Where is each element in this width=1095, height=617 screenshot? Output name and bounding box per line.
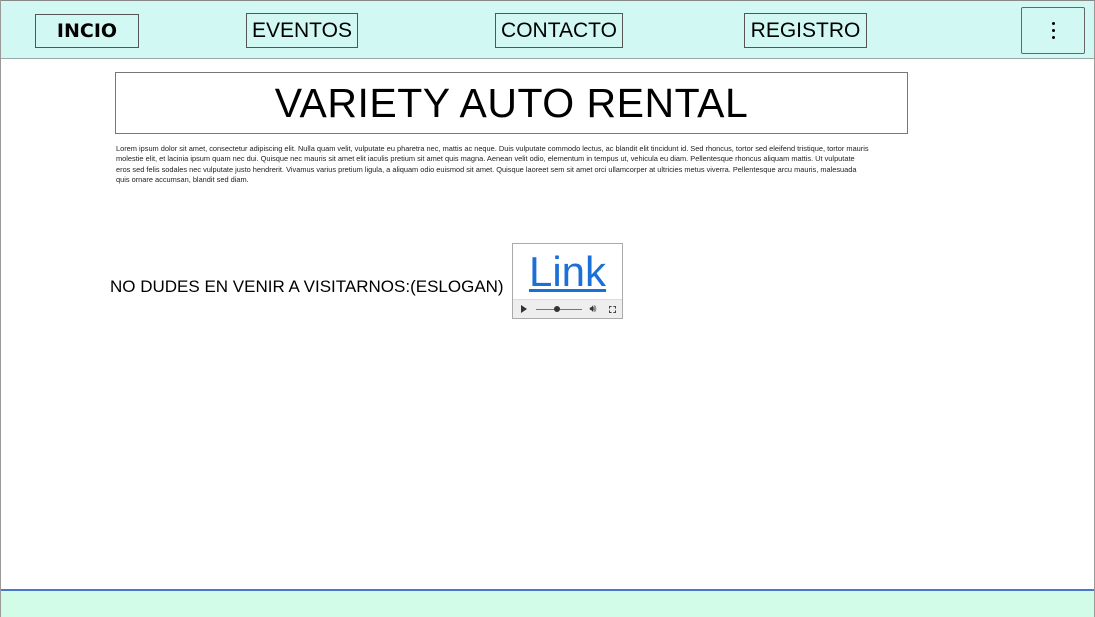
top-nav: INCIO EVENTOS CONTACTO REGISTRO xyxy=(1,0,1094,59)
play-icon[interactable] xyxy=(519,300,529,318)
nav-inicio-button[interactable]: INCIO xyxy=(35,14,139,48)
media-controls: 🔊︎ xyxy=(513,299,622,318)
intro-paragraph: Lorem ipsum dolor sit amet, consectetur … xyxy=(116,144,869,184)
nav-eventos-button[interactable]: EVENTOS xyxy=(246,13,358,48)
nav-registro-button[interactable]: REGISTRO xyxy=(744,13,867,48)
menu-button[interactable] xyxy=(1021,7,1085,54)
slogan-text: NO DUDES EN VENIR A VISITARNOS:(ESLOGAN) xyxy=(110,277,504,296)
page-title: VARIETY AUTO RENTAL xyxy=(115,72,908,134)
kebab-menu-icon xyxy=(1051,8,1055,53)
fullscreen-icon[interactable] xyxy=(606,300,618,318)
volume-icon[interactable]: 🔊︎ xyxy=(586,300,600,318)
page: INCIO EVENTOS CONTACTO REGISTRO VARIETY … xyxy=(0,0,1095,617)
nav-contacto-button[interactable]: CONTACTO xyxy=(495,13,623,48)
seek-knob[interactable] xyxy=(554,305,560,312)
media-link[interactable]: Link xyxy=(513,248,622,296)
footer-bar xyxy=(1,589,1094,617)
seek-slider[interactable] xyxy=(536,300,582,318)
media-player: Link 🔊︎ xyxy=(512,243,623,319)
